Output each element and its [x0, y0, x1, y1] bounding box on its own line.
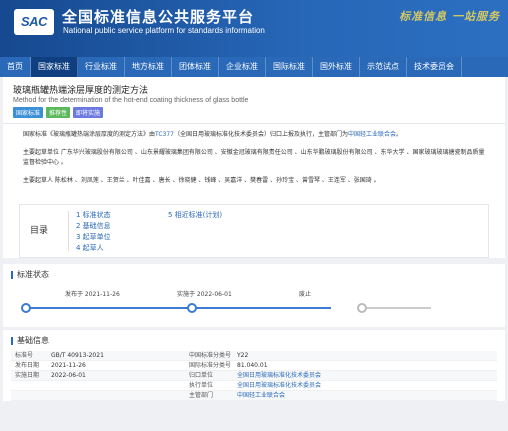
site-title: 全国标准信息公共服务平台	[62, 8, 255, 26]
toc-item-units[interactable]: 3 起草单位	[76, 232, 111, 243]
standard-title: 玻璃瓶罐热端涂层厚度的测定方法	[13, 86, 149, 96]
nav-foreign-standard[interactable]: 国外标准	[313, 57, 360, 77]
toc-label: 目录	[30, 226, 49, 236]
toc-item-basic[interactable]: 2 基础信息	[76, 221, 111, 232]
tc-link[interactable]: TC377	[155, 131, 174, 138]
standard-description: 国家标准《玻璃瓶罐热端涂层厚度的测定方法》由TC377（全国日用玻璃标准化技术委…	[3, 124, 505, 200]
executing-unit-link[interactable]: 全国日用玻璃标准化技术委员会	[237, 381, 321, 390]
status-panel: 标准状态 发布于 2021-11-26 实施于 2022-06-01 废止	[3, 264, 505, 327]
dept-link[interactable]: 中国轻工业联合会	[348, 131, 396, 138]
status-timeline: 发布于 2021-11-26 实施于 2022-06-01 废止	[17, 285, 491, 327]
toc-item-similar[interactable]: 5 相近标准(计划)	[168, 210, 222, 221]
site-header: SAC 全国标准信息公共服务平台 National public service…	[0, 0, 508, 57]
toc-list-2: 5 相近标准(计划)	[168, 210, 222, 221]
timeline-dot-published	[21, 303, 31, 313]
table-row: 实施日期 2022-06-01 归口单位 全国日用玻璃标准化技术委员会	[11, 371, 497, 381]
site-slogan: 标准信息 一站服务	[399, 10, 500, 23]
nav-local-standard[interactable]: 地方标准	[125, 57, 172, 77]
standard-header: 玻璃瓶罐热端涂层厚度的测定方法 Method for the determina…	[3, 77, 505, 124]
site-subtitle: National public service platform for sta…	[63, 26, 265, 35]
basic-info-table: 标准号 GB/T 40913-2021 中国标准分类号 Y22 发布日期 202…	[11, 351, 497, 401]
nav-demo-pilot[interactable]: 示范试点	[360, 57, 407, 77]
basic-info-panel: 基础信息 标准号 GB/T 40913-2021 中国标准分类号 Y22 发布日…	[3, 330, 505, 401]
timeline-label-implemented: 实施于 2022-06-01	[177, 291, 232, 298]
timeline-label-published: 发布于 2021-11-26	[65, 291, 120, 298]
nav-group-standard[interactable]: 团体标准	[172, 57, 219, 77]
timeline-dot-abolished	[357, 303, 367, 313]
nav-industry-standard[interactable]: 行业标准	[78, 57, 125, 77]
table-row: 发布日期 2021-11-26 国际标准分类号 81.040.01	[11, 361, 497, 371]
timeline-progress	[25, 307, 331, 309]
standard-tags: 国家标准 推荐性 即将实施	[13, 107, 495, 118]
toc-divider	[68, 211, 69, 251]
nav-home[interactable]: 首页	[0, 57, 31, 77]
timeline-remaining	[365, 307, 431, 309]
toc-item-status[interactable]: 1 标准状态	[76, 210, 111, 221]
sac-logo[interactable]: SAC	[14, 9, 54, 35]
toc-item-drafters[interactable]: 4 起草人	[76, 243, 111, 254]
section-bar	[11, 270, 13, 279]
tag-recommended: 推荐性	[46, 107, 71, 118]
committee-link[interactable]: 全国日用玻璃标准化技术委员会	[237, 371, 321, 380]
nav-international-standard[interactable]: 国际标准	[266, 57, 313, 77]
timeline-label-abolished: 废止	[299, 291, 312, 298]
main-nav: 首页 国家标准 行业标准 地方标准 团体标准 企业标准 国际标准 国外标准 示范…	[0, 57, 508, 77]
timeline-dot-implemented	[187, 303, 197, 313]
nav-tech-committee[interactable]: 技术委员会	[407, 57, 462, 77]
description-drafters: 主要起草人 陈松林 、刘凤莲 、王贺兰 、叶佳嘉 、唐长 、徐晓健 、钱峰 、吴…	[23, 177, 380, 184]
nav-national-standard[interactable]: 国家标准	[31, 57, 78, 77]
standard-detail-panel: 玻璃瓶罐热端涂层厚度的测定方法 Method for the determina…	[3, 77, 505, 258]
table-row: 主管部门 中国轻工业联合会	[11, 391, 497, 401]
table-row: 标准号 GB/T 40913-2021 中国标准分类号 Y22	[11, 351, 497, 361]
description-drafting-units: 主要起草单位 广东华兴玻璃股份有限公司 、山东景耀玻璃集团有限公司 、安徽金冠玻…	[23, 149, 485, 166]
table-row: 执行单位 全国日用玻璃标准化技术委员会	[11, 381, 497, 391]
description-committee: 国家标准《玻璃瓶罐热端涂层厚度的测定方法》由TC377（全国日用玻璃标准化技术委…	[23, 131, 403, 138]
toc-list: 1 标准状态 2 基础信息 3 起草单位 4 起草人	[76, 210, 111, 254]
competent-dept-link[interactable]: 中国轻工业联合会	[237, 391, 285, 400]
status-section-title: 标准状态	[3, 264, 505, 285]
tag-upcoming: 即将实施	[73, 107, 104, 118]
basic-section-title: 基础信息	[3, 330, 505, 351]
tag-national: 国家标准	[13, 107, 44, 118]
nav-enterprise-standard[interactable]: 企业标准	[219, 57, 266, 77]
standard-title-en: Method for the determination of the hot-…	[13, 97, 249, 104]
section-bar	[11, 336, 13, 345]
table-of-contents: 目录 1 标准状态 2 基础信息 3 起草单位 4 起草人 5 相近标准(计划)	[19, 204, 489, 258]
